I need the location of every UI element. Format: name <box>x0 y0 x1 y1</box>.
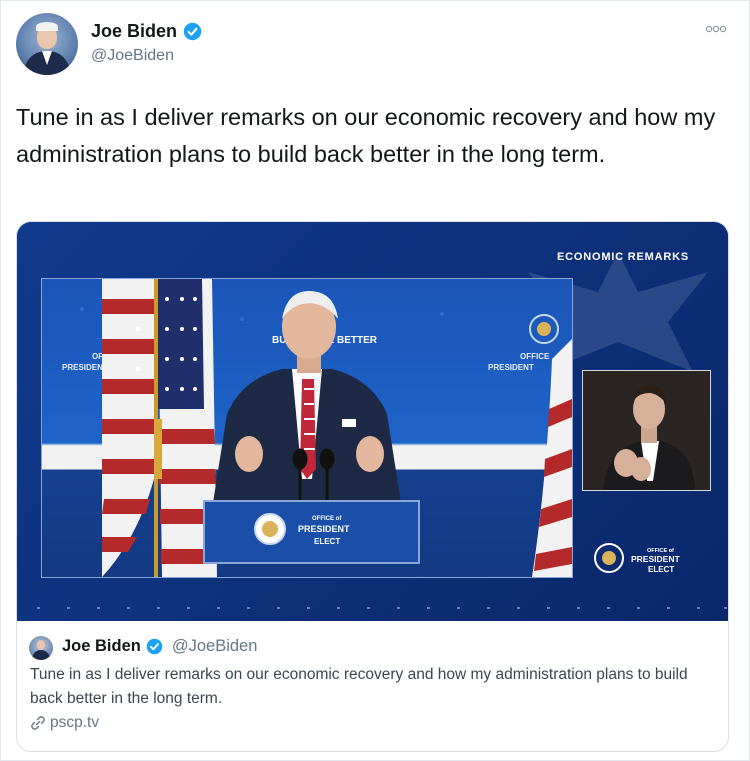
verified-badge-icon <box>146 638 163 655</box>
podium: OFFICE of PRESIDENT ELECT <box>203 500 420 564</box>
speech-video-frame: OFFICE PRESIDENT OFFICE PRESIDENT BUILD … <box>41 278 573 578</box>
backdrop-right-line1: OFFICE <box>520 352 550 361</box>
podium-line2: PRESIDENT <box>298 524 350 534</box>
preview-author-row: Joe Biden @JoeBiden <box>62 637 257 656</box>
preview-author-avatar <box>29 636 53 660</box>
video-thumbnail[interactable]: ECONOMIC REMARKS OFFICE PRESIDENT OFFICE <box>17 222 728 621</box>
side-logo-line2: PRESIDENT <box>631 554 680 564</box>
verified-badge-icon <box>183 22 202 41</box>
preview-text: Tune in as I deliver remarks on our econ… <box>30 666 688 707</box>
author-avatar[interactable] <box>16 13 78 75</box>
podium-line1: OFFICE of <box>312 516 342 522</box>
author-name-row[interactable]: Joe Biden <box>91 21 202 42</box>
preview-link[interactable]: pscp.tv <box>30 714 99 732</box>
preview-link-domain[interactable]: pscp.tv <box>50 714 99 732</box>
backdrop-left-line2: PRESIDENT <box>62 363 108 372</box>
more-options-icon[interactable] <box>705 23 727 35</box>
american-flag-left <box>102 279 217 577</box>
speaker-figure <box>212 291 402 509</box>
media-card[interactable]: ECONOMIC REMARKS OFFICE PRESIDENT OFFICE <box>16 221 729 752</box>
author-name[interactable]: Joe Biden <box>91 21 177 42</box>
link-icon <box>31 716 45 730</box>
link-preview[interactable]: Joe Biden @JoeBiden Tune in as I deliver… <box>17 621 728 751</box>
tweet-text: Tune in as I deliver remarks on our econ… <box>16 104 716 167</box>
side-logo-line3: ELECT <box>648 565 674 574</box>
backdrop-right-line2: PRESIDENT <box>488 363 534 372</box>
author-handle[interactable]: @JoeBiden <box>91 47 174 65</box>
overlay-title: ECONOMIC REMARKS <box>557 251 689 263</box>
american-flag-right <box>532 339 572 577</box>
podium-line3: ELECT <box>314 537 340 546</box>
preview-author-handle: @JoeBiden <box>171 637 258 655</box>
video-progress-dots <box>37 607 727 609</box>
office-president-elect-logo: OFFICE of PRESIDENT ELECT <box>594 543 680 574</box>
tweet-container: Joe Biden @JoeBiden Tune in as I deliver… <box>0 0 750 761</box>
sign-language-inset <box>582 370 711 491</box>
preview-author-name: Joe Biden <box>62 637 141 655</box>
